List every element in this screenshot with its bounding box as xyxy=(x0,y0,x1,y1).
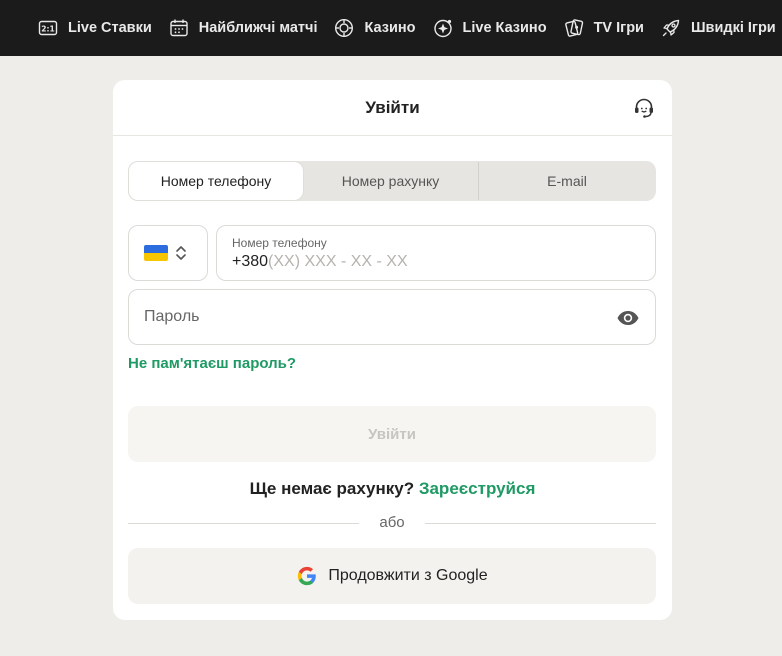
login-method-tabs: Номер телефону Номер рахунку E-mail xyxy=(128,161,656,201)
phone-prefix: +380 xyxy=(232,253,269,270)
tab-account-number[interactable]: Номер рахунку xyxy=(303,162,479,200)
nav-item-upcoming-matches[interactable]: Найближчі матчі xyxy=(169,18,318,38)
register-link[interactable]: Зареєструйся xyxy=(419,479,536,498)
eye-icon[interactable] xyxy=(616,306,640,330)
top-navigation: 2:1 Live Ставки Найближчі матчі Казино L… xyxy=(0,0,782,56)
phone-mask: (XX) XXX - XX - XX xyxy=(268,253,408,270)
login-header: Увійти xyxy=(113,80,672,136)
no-account-text: Ще немає рахунку? xyxy=(249,479,415,498)
phone-number-label: Номер телефону xyxy=(232,236,327,250)
login-card: Увійти Номер телефону Номер рахунку E-ma… xyxy=(113,80,672,620)
nav-item-label: Live Ставки xyxy=(68,20,152,36)
nav-item-label: Live Казино xyxy=(462,20,547,36)
google-login-button[interactable]: Продовжити з Google xyxy=(128,548,656,604)
login-submit-button[interactable]: Увійти xyxy=(128,406,656,462)
casino-chip-icon xyxy=(334,18,354,38)
calendar-icon xyxy=(169,18,189,38)
login-title: Увійти xyxy=(365,97,420,117)
live-casino-icon xyxy=(433,18,453,38)
flag-ukraine-icon xyxy=(144,245,168,261)
google-login-label: Продовжити з Google xyxy=(328,567,488,584)
nav-item-casino[interactable]: Казино xyxy=(334,18,416,38)
live-score-icon: 2:1 xyxy=(38,18,58,38)
google-icon xyxy=(296,565,318,587)
svg-text:2:1: 2:1 xyxy=(41,25,54,34)
phone-number-input[interactable]: Номер телефону +380(XX) XXX - XX - XX xyxy=(216,225,656,281)
tab-phone-number[interactable]: Номер телефону xyxy=(129,162,303,200)
nav-item-label: Швидкі Ігри xyxy=(690,20,776,36)
register-prompt: Ще немає рахунку? Зареєструйся xyxy=(113,479,672,499)
password-placeholder: Пароль xyxy=(144,308,200,325)
nav-item-live-bets[interactable]: 2:1 Live Ставки xyxy=(38,18,152,38)
password-input[interactable]: Пароль xyxy=(128,289,656,345)
chevron-up-down-icon xyxy=(175,244,187,262)
tab-email[interactable]: E-mail xyxy=(479,162,655,200)
support-headset-icon[interactable] xyxy=(632,96,656,120)
country-code-select[interactable] xyxy=(128,225,208,281)
nav-item-tv-games[interactable]: TV Ігри xyxy=(564,18,644,38)
nav-item-fast-games[interactable]: Швидкі Ігри xyxy=(661,18,776,38)
or-divider: або xyxy=(128,513,656,533)
nav-item-label: Казино xyxy=(364,20,416,36)
nav-item-live-casino[interactable]: Live Казино xyxy=(433,18,547,38)
nav-item-label: TV Ігри xyxy=(593,20,644,36)
phone-number-value: +380(XX) XXX - XX - XX xyxy=(232,253,640,271)
divider-line-right xyxy=(425,523,656,524)
nav-item-label: Найближчі матчі xyxy=(198,20,318,36)
forgot-password-link[interactable]: Не пам'ятаєш пароль? xyxy=(128,355,296,372)
rocket-icon xyxy=(661,18,681,38)
cards-icon xyxy=(564,18,584,38)
